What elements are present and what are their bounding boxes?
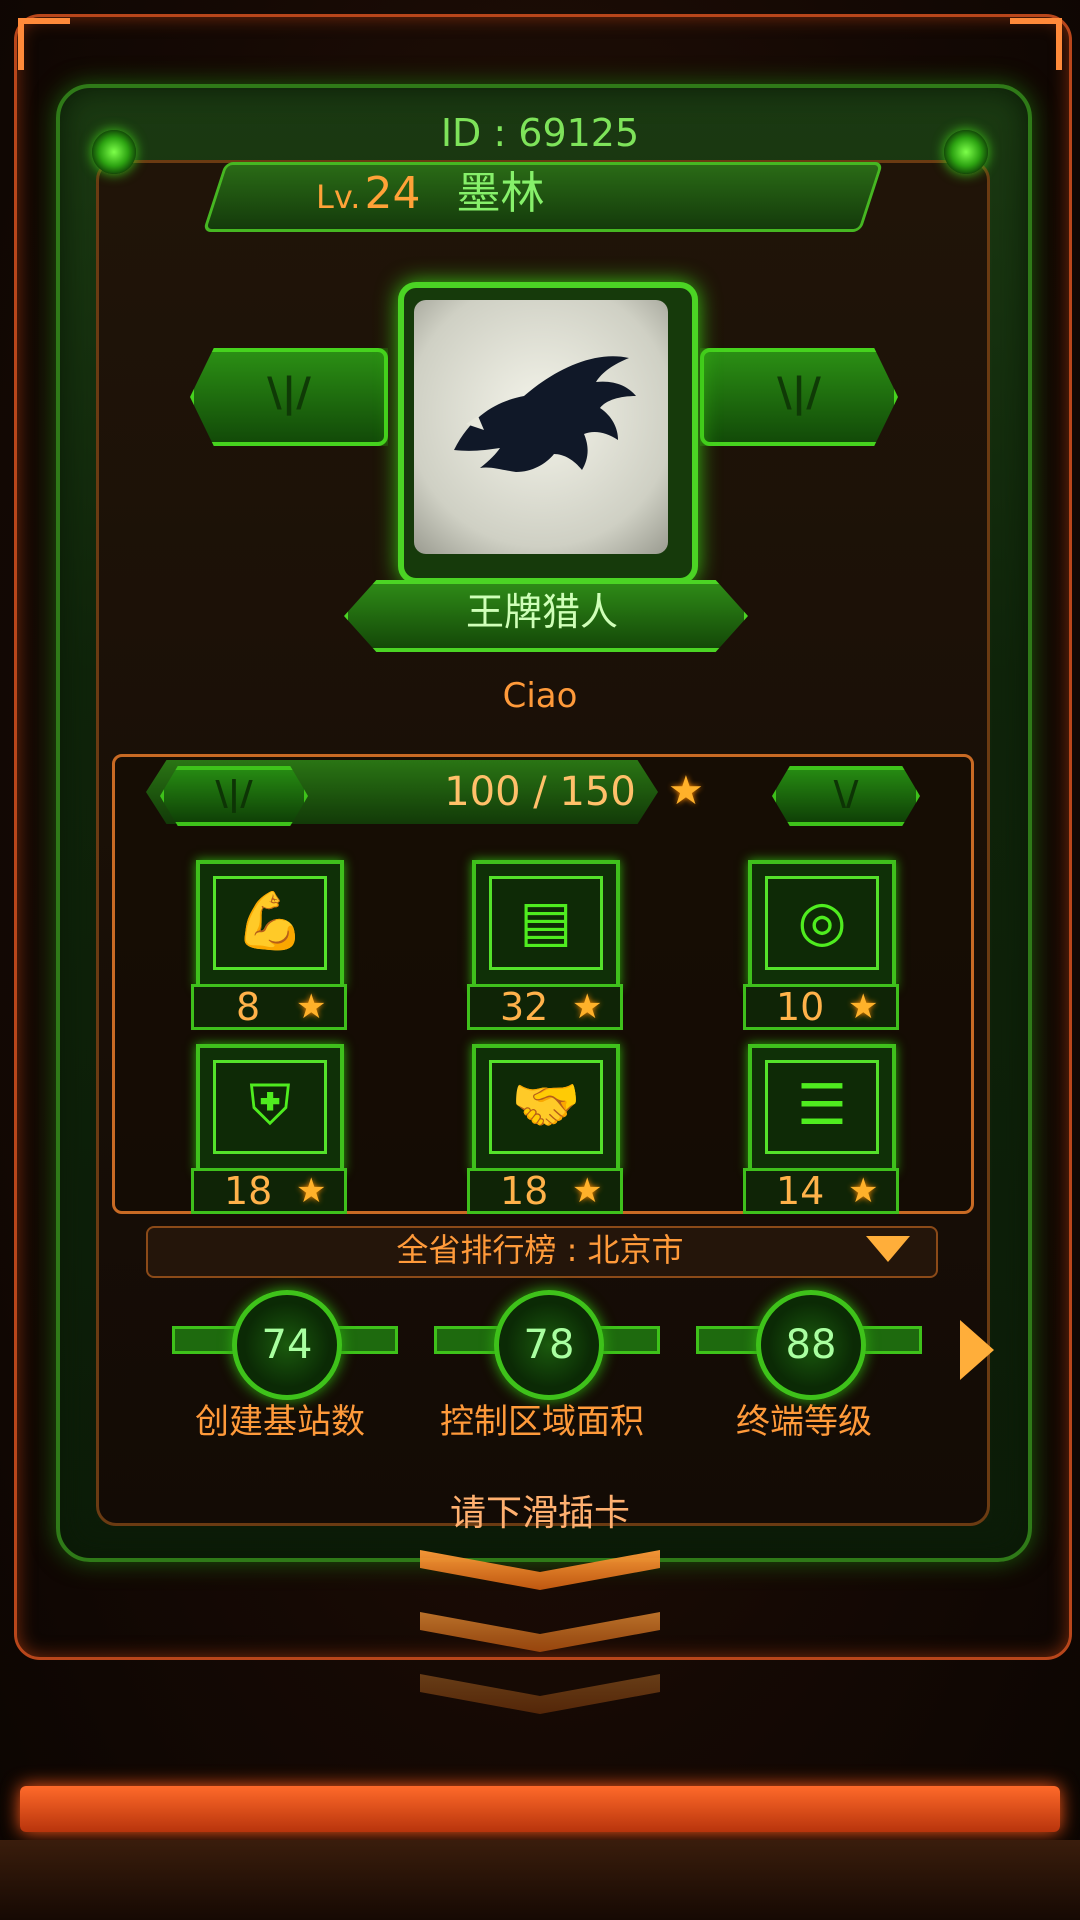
star-icon: ★ (848, 1171, 879, 1211)
gauge-base-stations: 74 (172, 1290, 398, 1400)
star-icon: ★ (572, 987, 603, 1027)
prev-page-button[interactable]: \|/ (160, 766, 308, 826)
handshake-icon: 🤝 (489, 1060, 603, 1154)
chevron-icon: \|/ (215, 774, 253, 814)
target-icon: ◎ (765, 876, 879, 970)
attribute-value: 10 (776, 985, 825, 1029)
chip-icon: ▤ (489, 876, 603, 970)
player-name: 墨林 (456, 168, 545, 219)
screw-light-icon (944, 130, 988, 174)
gauge-control-area: 78 (434, 1290, 660, 1400)
attribute-value-plate: 32 ★ (467, 984, 623, 1030)
attribute-value: 18 (224, 1169, 273, 1213)
attribute-value-plate: 18 ★ (191, 1168, 347, 1214)
corner-decoration (1010, 18, 1062, 70)
attribute-tile-alliance[interactable]: 🤝 (472, 1044, 620, 1172)
attribute-tile-defense[interactable]: ⛨ (196, 1044, 344, 1172)
attribute-value-plate: 10 ★ (743, 984, 899, 1030)
tree-icon: ☰ (765, 1060, 879, 1154)
avatar[interactable] (414, 300, 668, 554)
attribute-value: 32 (500, 985, 549, 1029)
player-nickname: Ciao (502, 676, 578, 716)
gauge-value: 88 (785, 1322, 837, 1368)
attribute-value: 18 (500, 1169, 549, 1213)
device-base (0, 1840, 1080, 1920)
attribute-value-plate: 14 ★ (743, 1168, 899, 1214)
star-icon: ★ (668, 768, 704, 814)
attribute-tile-network[interactable]: ☰ (748, 1044, 896, 1172)
star-icon: ★ (572, 1171, 603, 1211)
shield-icon: ⛨ (213, 1060, 327, 1154)
gauge-label: 控制区域面积 (440, 1402, 644, 1442)
star-icon: ★ (848, 987, 879, 1027)
attribute-value: 8 (236, 985, 261, 1029)
level-value: 24 (364, 168, 421, 219)
dropdown-arrow-icon[interactable] (866, 1236, 910, 1262)
next-arrow-icon[interactable] (960, 1320, 994, 1380)
attribute-tile-target[interactable]: ◎ (748, 860, 896, 988)
star-icon: ★ (296, 987, 327, 1027)
ranking-label: 全省排行榜 : 北京市 (396, 1231, 684, 1269)
corner-decoration (18, 18, 70, 70)
card-slot-bar[interactable] (20, 1786, 1060, 1832)
wolf-emblem-icon (454, 356, 636, 472)
gauge-value: 74 (261, 1322, 313, 1368)
swipe-hint: 请下滑插卡 (449, 1493, 630, 1534)
chevron-icon: \|/ (777, 370, 821, 416)
chevron-icon: \|/ (267, 370, 311, 416)
muscle-icon: 💪 (213, 876, 327, 970)
attribute-tile-tech[interactable]: ▤ (472, 860, 620, 988)
attribute-value: 14 (776, 1169, 825, 1213)
gauge-label: 终端等级 (736, 1402, 872, 1442)
screw-light-icon (92, 130, 136, 174)
prev-avatar-button[interactable]: \|/ (190, 348, 388, 446)
star-icon: ★ (296, 1171, 327, 1211)
attribute-value-plate: 18 ★ (467, 1168, 623, 1214)
progress-text: 100 / 150 (444, 769, 636, 815)
gauge-label: 创建基站数 (195, 1402, 365, 1442)
attribute-value-plate: 8 ★ (191, 984, 347, 1030)
player-title: 王牌猎人 (465, 590, 618, 634)
next-avatar-button[interactable]: \|/ (700, 348, 898, 446)
level-label: Lv. (316, 178, 361, 216)
player-id: ID : 69125 (440, 111, 640, 155)
next-page-button[interactable]: \/ (772, 766, 920, 826)
attribute-tile-strength[interactable]: 💪 (196, 860, 344, 988)
level-name-row: Lv.24 墨林 (316, 162, 544, 226)
chevron-icon: \/ (833, 774, 859, 814)
gauge-terminal-level: 88 (696, 1290, 922, 1400)
gauge-value: 78 (523, 1322, 575, 1368)
